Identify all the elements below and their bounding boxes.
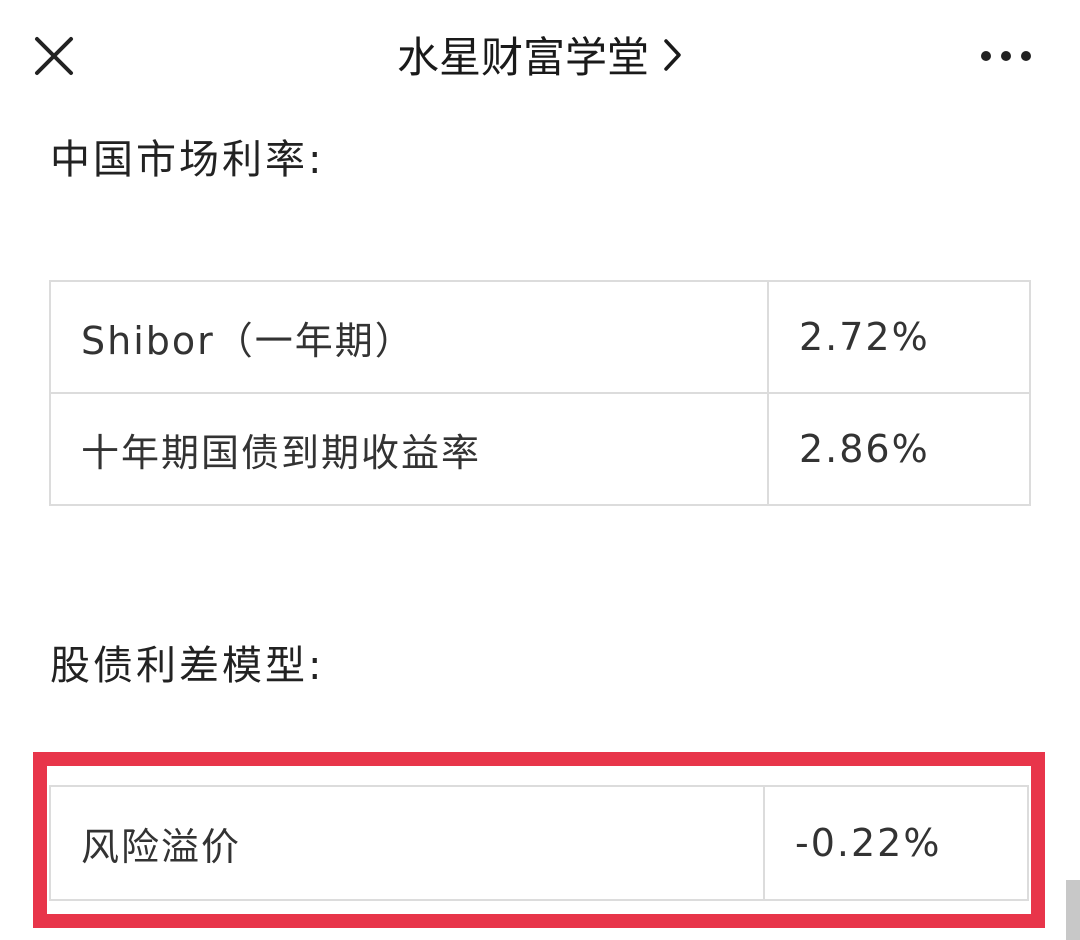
chevron-right-icon xyxy=(663,28,683,88)
more-button[interactable] xyxy=(976,38,1036,74)
rate-value: 2.86% xyxy=(767,392,1031,506)
rate-value: 2.72% xyxy=(767,280,1031,394)
model-heading: 股债利差模型: xyxy=(50,643,325,689)
rate-label: Shibor（一年期） xyxy=(49,280,769,394)
highlight-annotation xyxy=(33,752,1045,928)
rate-label: 十年期国债到期收益率 xyxy=(49,392,769,506)
table-row: Shibor（一年期） 2.72% xyxy=(49,280,1031,394)
page-title-link[interactable]: 水星财富学堂 xyxy=(0,28,1080,88)
more-horizontal-icon xyxy=(981,51,1031,61)
scrollbar[interactable] xyxy=(1066,880,1080,940)
top-bar: 水星财富学堂 xyxy=(0,0,1080,115)
market-rates-heading: 中国市场利率: xyxy=(50,137,325,183)
table-row: 十年期国债到期收益率 2.86% xyxy=(49,392,1031,506)
page-title: 水星财富学堂 xyxy=(396,33,649,82)
market-rates-table: Shibor（一年期） 2.72% 十年期国债到期收益率 2.86% xyxy=(49,280,1031,506)
